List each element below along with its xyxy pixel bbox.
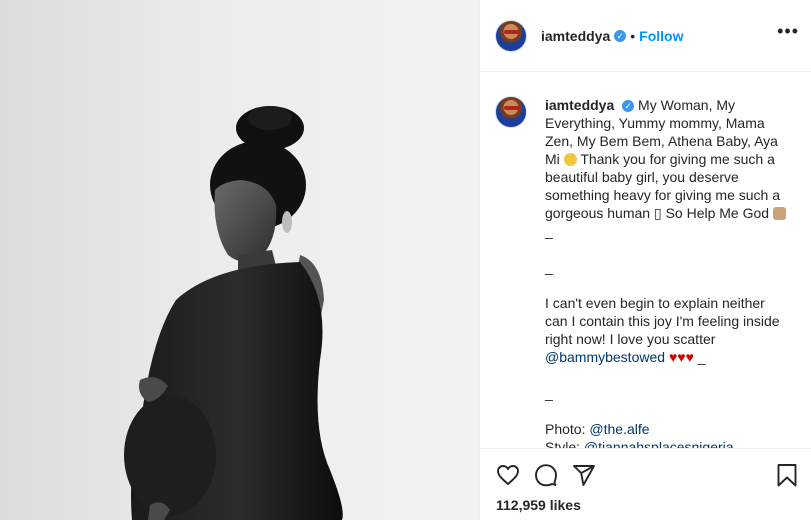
smiling-face-emoji-icon	[563, 153, 577, 166]
caption-text-1c: So Help Me God	[665, 205, 770, 221]
caption-text-2: I can't even begin to explain neither ca…	[545, 295, 780, 347]
post-username[interactable]: iamteddya	[541, 28, 610, 44]
missing-glyph-icon: ▯	[653, 205, 662, 221]
comment-bubble-icon[interactable]	[534, 463, 558, 492]
post-header: iamteddya ✓ • Follow •••	[480, 0, 811, 72]
caption-text: iamteddya ✓ My Woman, My Everything, Yum…	[545, 96, 790, 448]
caption-paragraph-2: I can't even begin to explain neither ca…	[545, 294, 790, 366]
avatar[interactable]	[495, 19, 527, 52]
praying-hands-emoji-icon	[772, 207, 786, 220]
photo-credit-mention[interactable]: @the.alfe	[589, 421, 649, 437]
separator-dot: •	[630, 27, 636, 44]
verified-badge-icon: ✓	[622, 100, 635, 113]
caption-row: iamteddya ✓ My Woman, My Everything, Yum…	[495, 96, 796, 448]
paper-plane-icon[interactable]	[572, 463, 596, 492]
bookmark-icon[interactable]	[776, 463, 798, 492]
post-photo[interactable]	[0, 0, 479, 520]
caption-separator-2: _	[545, 385, 553, 401]
caption-avatar[interactable]	[495, 96, 527, 128]
heart-outline-icon[interactable]	[496, 463, 520, 492]
verified-badge-icon: ✓	[614, 29, 627, 42]
caption-area[interactable]: iamteddya ✓ My Woman, My Everything, Yum…	[480, 72, 811, 448]
mention-link[interactable]: @bammybestowed	[545, 349, 665, 365]
caption-credits: Photo: @the.alfe Style: @tiannahsplacesn…	[545, 420, 790, 448]
style-credit-mention[interactable]: @tiannahsplacesnigeria	[584, 439, 734, 448]
style-credit-label: Style:	[545, 439, 581, 448]
follow-button[interactable]: Follow	[639, 28, 683, 44]
post-sidebar: iamteddya ✓ • Follow ••• iamteddya ✓ My …	[479, 0, 811, 520]
caption-underscore: _	[545, 223, 553, 239]
likes-number: 112,959	[496, 497, 546, 513]
action-bar	[496, 463, 798, 489]
more-options-icon[interactable]: •••	[777, 22, 799, 40]
photo-image	[124, 106, 343, 520]
caption-separator-1: _	[545, 259, 553, 275]
likes-label: likes	[549, 497, 581, 513]
caption-paragraph-1: iamteddya ✓ My Woman, My Everything, Yum…	[545, 96, 790, 240]
caption-username[interactable]: iamteddya	[545, 97, 614, 113]
caption-underscore-2: _	[697, 349, 706, 365]
likes-count[interactable]: 112,959 likes	[496, 497, 581, 513]
red-hearts-emoji-icon: ♥♥♥	[668, 349, 694, 365]
photo-credit-label: Photo:	[545, 421, 586, 437]
post-footer: 112,959 likes	[480, 448, 811, 520]
